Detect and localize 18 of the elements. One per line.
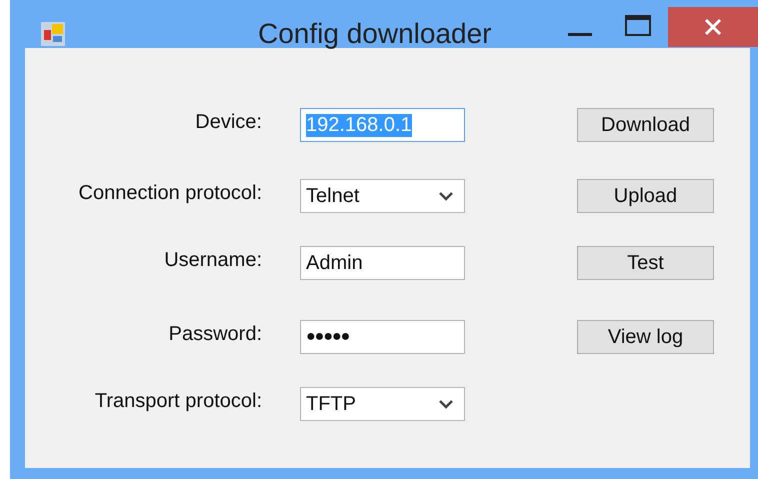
field-label: Device: bbox=[194, 110, 262, 134]
action-button[interactable]: Download bbox=[577, 108, 714, 142]
field-label: Connection protocol: bbox=[78, 182, 262, 204]
field-label: Transport protocol: bbox=[94, 390, 262, 412]
action-button[interactable]: Upload bbox=[577, 179, 714, 213]
dropdown-field[interactable]: TFTP bbox=[300, 387, 465, 421]
window-title: Config downloader bbox=[258, 18, 492, 50]
chevron-down-icon bbox=[438, 399, 454, 409]
field-label: Password: bbox=[168, 322, 262, 346]
action-button[interactable]: Test bbox=[577, 246, 714, 280]
input-field[interactable]: ●●●●● bbox=[300, 320, 465, 354]
input-field[interactable]: Admin bbox=[300, 246, 465, 280]
dropdown-field[interactable]: Telnet bbox=[300, 179, 465, 213]
close-button[interactable] bbox=[668, 7, 758, 47]
field-label: Username: bbox=[163, 248, 262, 272]
chevron-down-icon bbox=[438, 191, 454, 201]
action-button[interactable]: View log bbox=[577, 320, 714, 354]
app-icon bbox=[40, 21, 66, 47]
